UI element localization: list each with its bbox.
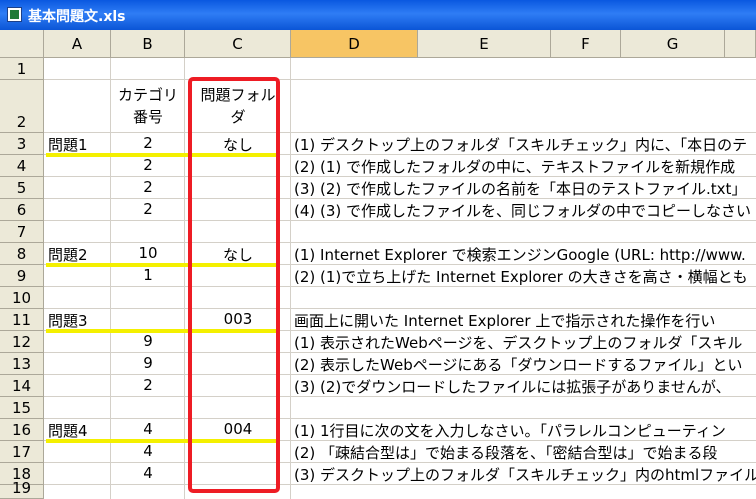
row-header-2[interactable]: 2 <box>0 80 44 133</box>
cell-b6[interactable]: 2 <box>111 200 185 218</box>
title-bar[interactable]: 基本問題文.xls <box>0 0 756 30</box>
cell-d9[interactable]: (2) (1)で立ち上げた Internet Explorer の大きさを高さ・… <box>294 266 748 287</box>
row-header-7[interactable]: 7 <box>0 221 44 243</box>
cell-b14[interactable]: 2 <box>111 376 185 394</box>
cell-b3[interactable]: 2 <box>111 134 185 152</box>
row-header-3[interactable]: 3 <box>0 133 44 155</box>
cell-a11[interactable]: 問題3 <box>48 310 88 331</box>
cell-b4[interactable]: 2 <box>111 156 185 174</box>
cell-d16[interactable]: (1) 1行目に次の文を入力しなさい。「パラレルコンピューティン <box>294 420 726 441</box>
column-header-e[interactable]: E <box>418 30 551 58</box>
row-header-9[interactable]: 9 <box>0 265 44 287</box>
column-header-a[interactable]: A <box>44 30 111 58</box>
row-header-12[interactable]: 12 <box>0 331 44 353</box>
row-header-5[interactable]: 5 <box>0 177 44 199</box>
cell-a16[interactable]: 問題4 <box>48 420 88 441</box>
cell-d5[interactable]: (3) (2) で作成したファイルの名前を「本日のテストファイル.txt」 <box>294 178 746 199</box>
cell-b8[interactable]: 10 <box>111 244 185 262</box>
column-header-c[interactable]: C <box>185 30 291 58</box>
cell-d14[interactable]: (3) (2)でダウンロードしたファイルには拡張子がありませんが、 <box>294 376 731 397</box>
gridline <box>44 242 756 243</box>
row-header-15[interactable]: 15 <box>0 397 44 419</box>
cell-b12[interactable]: 9 <box>111 332 185 350</box>
gridline <box>44 132 756 133</box>
cell-b18[interactable]: 4 <box>111 464 185 482</box>
cell-b5[interactable]: 2 <box>111 178 185 196</box>
row-header-16[interactable]: 16 <box>0 419 44 441</box>
row-header-10[interactable]: 10 <box>0 287 44 309</box>
row-header-8[interactable]: 8 <box>0 243 44 265</box>
column-header-g[interactable]: G <box>621 30 725 58</box>
category-header-line2: 番号 <box>132 108 163 126</box>
column-header-d[interactable]: D <box>291 30 418 58</box>
cell-d17[interactable]: (2) 「疎結合型は」で始まる段落を、「密結合型は」で始まる段 <box>294 442 718 463</box>
cell-b16[interactable]: 4 <box>111 420 185 438</box>
column-header-f[interactable]: F <box>551 30 621 58</box>
select-all-corner[interactable] <box>0 30 44 58</box>
cell-d18[interactable]: (3) デスクトップ上のフォルダ「スキルチェック」内のhtmlファイル <box>294 464 756 485</box>
row-header-19[interactable]: 19 <box>0 479 44 499</box>
column-header-h[interactable] <box>725 30 756 58</box>
row-header-11[interactable]: 11 <box>0 309 44 331</box>
row-header-1[interactable]: 1 <box>0 58 44 80</box>
gridline <box>44 308 756 309</box>
cell-b13[interactable]: 9 <box>111 354 185 372</box>
cell-d3[interactable]: (1) デスクトップ上のフォルダ「スキルチェック」内に、「本日のテ <box>294 134 747 155</box>
row-header-14[interactable]: 14 <box>0 375 44 397</box>
gridline <box>44 79 756 80</box>
cell-d13[interactable]: (2) 表示したWebページにある「ダウンロードするファイル」とい <box>294 354 742 375</box>
column-header-b[interactable]: B <box>111 30 185 58</box>
category-number-header: カテゴリ 番号 <box>111 84 185 128</box>
window-title: 基本問題文.xls <box>28 9 126 25</box>
cell-d12[interactable]: (1) 表示されたWebページを、デスクトップ上のフォルダ「スキル <box>294 332 742 353</box>
row-header-4[interactable]: 4 <box>0 155 44 177</box>
gridline <box>44 418 756 419</box>
cell-a8[interactable]: 問題2 <box>48 244 88 265</box>
cell-d8[interactable]: (1) Internet Explorer で検索エンジンGoogle (URL… <box>294 244 746 265</box>
cell-d11[interactable]: 画面上に開いた Internet Explorer 上で指示された操作を行い <box>294 310 715 331</box>
row-header-17[interactable]: 17 <box>0 441 44 463</box>
row-header-13[interactable]: 13 <box>0 353 44 375</box>
category-header-line1: カテゴリ <box>117 86 178 104</box>
excel-file-icon <box>7 7 22 22</box>
cell-d4[interactable]: (2) (1) で作成したフォルダの中に、テキストファイルを新規作成 <box>294 156 735 177</box>
cell-b9[interactable]: 1 <box>111 266 185 284</box>
cell-a3[interactable]: 問題1 <box>48 134 88 155</box>
cell-d6[interactable]: (4) (3) で作成したファイルを、同じフォルダの中でコピーしなさい <box>294 200 751 221</box>
cell-b17[interactable]: 4 <box>111 442 185 460</box>
row-header-6[interactable]: 6 <box>0 199 44 221</box>
folder-column-highlight-box <box>188 77 280 493</box>
spreadsheet-grid[interactable]: A B C D E F G 1 2 3 4 5 6 7 8 9 10 11 12… <box>0 30 756 499</box>
